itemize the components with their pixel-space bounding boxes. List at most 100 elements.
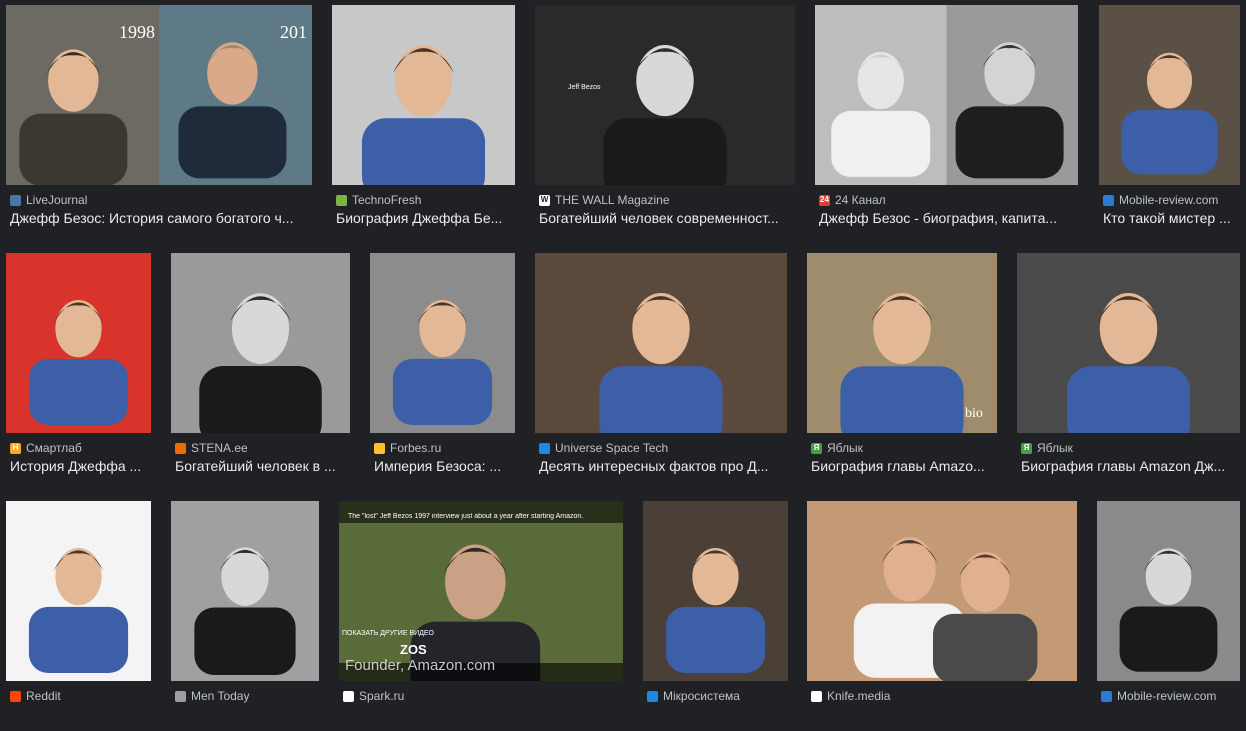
shirt-shape [1066, 366, 1191, 433]
result-title[interactable] [811, 706, 1077, 724]
source-name: TechnoFresh [352, 193, 422, 207]
result-thumbnail[interactable] [1097, 501, 1240, 681]
site-favicon-icon [343, 690, 354, 702]
result-source[interactable]: Forbes.ru [374, 440, 515, 456]
image-result-card[interactable]: Men Today [171, 501, 319, 731]
site-favicon-icon [175, 690, 186, 702]
result-thumbnail[interactable] [339, 501, 623, 681]
result-source[interactable]: Universe Space Tech [539, 440, 787, 456]
result-thumbnail[interactable] [535, 5, 795, 185]
result-thumbnail[interactable] [643, 501, 788, 681]
result-source[interactable]: Мікросистема [647, 688, 788, 704]
result-thumbnail[interactable] [1017, 253, 1240, 433]
result-title[interactable]: Десять интересных фактов про Д... [539, 458, 787, 476]
site-favicon-icon [10, 194, 21, 206]
shirt-shape [28, 358, 129, 426]
result-source[interactable]: Spark.ru [343, 688, 623, 704]
image-result-card[interactable]: Я Яблык Биография главы Amazo... [807, 253, 997, 483]
site-favicon-icon [539, 442, 550, 454]
image-result-card[interactable]: Я Яблык Биография главы Amazon Дж... [1017, 253, 1240, 483]
image-result-card[interactable]: Spark.ru [339, 501, 623, 731]
face-shape [419, 299, 466, 358]
source-name: Mobile-review.com [1119, 193, 1219, 207]
result-title[interactable]: Империя Безоса: ... [374, 458, 515, 476]
result-source[interactable]: TechnoFresh [336, 192, 515, 208]
result-title[interactable] [647, 706, 788, 724]
image-result-card[interactable]: H Смартлаб История Джеффа ... [6, 253, 151, 483]
result-thumbnail[interactable] [332, 5, 515, 185]
result-source[interactable]: STENA.ee [175, 440, 350, 456]
face-shape [883, 537, 936, 602]
result-thumbnail[interactable] [6, 501, 151, 681]
result-title[interactable] [10, 706, 151, 724]
result-title[interactable]: Богатейший человек современност... [539, 210, 795, 228]
thumbnail-image [535, 253, 787, 433]
shirt-shape [840, 366, 964, 433]
video-title: The "lost" Jeff Bezos 1997 interview jus… [348, 513, 584, 520]
source-name: Яблык [827, 441, 863, 455]
image-result-card[interactable]: 24 24 Канал Джефф Безос - биография, капит… [815, 5, 1078, 235]
result-thumbnail[interactable] [807, 501, 1077, 681]
result-title[interactable]: Богатейший человек в ... [175, 458, 350, 476]
result-title[interactable]: Кто такой мистер ... [1103, 210, 1240, 228]
image-result-card[interactable]: Knife.media [807, 501, 1077, 731]
thumbnail-image [1097, 501, 1240, 681]
image-result-card[interactable]: Universe Space Tech Десять интересных фак… [535, 253, 787, 483]
result-title[interactable]: Биография Джеффа Бе... [336, 210, 515, 228]
face-shape [445, 544, 506, 620]
result-source[interactable]: Men Today [175, 688, 319, 704]
image-result-card[interactable]: Reddit [6, 501, 151, 731]
face-shape [873, 293, 931, 365]
result-title[interactable] [343, 706, 623, 724]
result-title[interactable]: Биография главы Amazo... [811, 458, 997, 476]
source-name: Яблык [1037, 441, 1073, 455]
source-name: LiveJournal [26, 193, 88, 207]
result-source[interactable]: Я Яблык [1021, 440, 1240, 456]
result-thumbnail[interactable] [370, 253, 515, 433]
result-source[interactable]: Knife.media [811, 688, 1077, 704]
result-source[interactable]: LiveJournal [10, 192, 312, 208]
result-thumbnail[interactable] [171, 501, 319, 681]
face-shape [632, 293, 690, 365]
shirt-shape [199, 366, 322, 433]
result-thumbnail[interactable] [815, 5, 1078, 185]
result-thumbnail[interactable] [171, 253, 350, 433]
thumbnail-image [1017, 253, 1240, 433]
image-result-card[interactable]: Mobile-review.com Кто такой мистер ... [1099, 5, 1240, 235]
result-title[interactable]: Джефф Безос: История самого богатого ч..… [10, 210, 312, 228]
thumbnail-image [807, 501, 1077, 681]
site-favicon-icon [10, 690, 21, 702]
shirt-shape [178, 106, 287, 179]
result-source[interactable]: W THE WALL Magazine [539, 192, 795, 208]
result-source[interactable]: Mobile-review.com [1103, 192, 1240, 208]
face-shape [207, 42, 258, 105]
result-title[interactable] [1101, 706, 1240, 724]
result-thumbnail[interactable] [6, 253, 151, 433]
shirt-shape [831, 110, 931, 177]
result-thumbnail[interactable] [535, 253, 787, 433]
site-favicon-icon: W [539, 194, 550, 206]
result-source[interactable]: Mobile-review.com [1101, 688, 1240, 704]
thumbnail-image [643, 501, 788, 681]
result-thumbnail[interactable] [6, 5, 312, 185]
result-source[interactable]: Reddit [10, 688, 151, 704]
result-source[interactable]: Я Яблык [811, 440, 997, 456]
source-name: Men Today [191, 689, 250, 703]
result-thumbnail[interactable] [1099, 5, 1240, 185]
image-result-card[interactable]: Forbes.ru Империя Безоса: ... [370, 253, 515, 483]
result-source[interactable]: H Смартлаб [10, 440, 151, 456]
image-result-card[interactable]: Мікросистема [643, 501, 788, 731]
result-title[interactable] [175, 706, 319, 724]
result-title[interactable]: Джефф Безос - биография, капита... [819, 210, 1078, 228]
result-source[interactable]: 24 24 Канал [819, 192, 1078, 208]
image-result-card[interactable]: TechnoFresh Биография Джеффа Бе... [332, 5, 515, 235]
image-result-card[interactable]: STENA.ee Богатейший человек в ... [171, 253, 350, 483]
year-label-left: 1998 [119, 22, 155, 42]
wall-name-label: Jeff Bezos [568, 84, 601, 91]
result-title[interactable]: История Джеффа ... [10, 458, 151, 476]
result-title[interactable]: Биография главы Amazon Дж... [1021, 458, 1240, 476]
image-result-card[interactable]: Mobile-review.com [1097, 501, 1240, 731]
source-name: THE WALL Magazine [555, 193, 670, 207]
image-result-card[interactable]: W THE WALL Magazine Богатейший человек сов… [535, 5, 795, 235]
image-result-card[interactable]: LiveJournal Джефф Безос: История самого б… [6, 5, 312, 235]
